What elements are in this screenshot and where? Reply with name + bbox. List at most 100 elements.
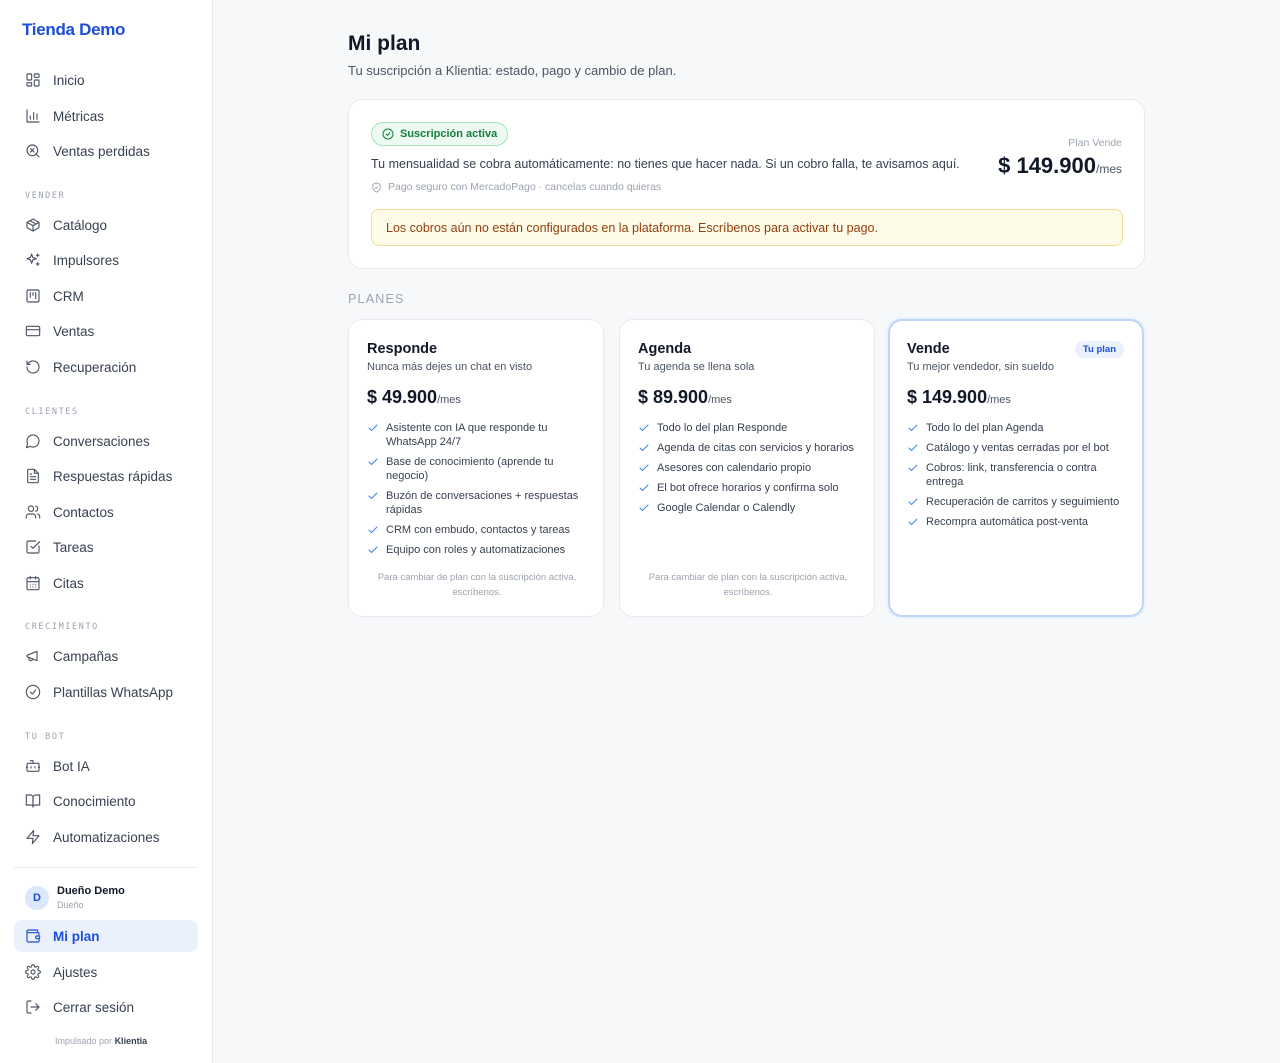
feature-item: Agenda de citas con servicios y horarios [638,441,860,455]
plan-name: Responde [367,341,438,357]
subscription-description: Tu mensualidad se cobra automáticamente:… [371,157,960,171]
zap-icon [25,829,41,845]
check-square-icon [25,539,41,555]
sidebar-item-impulsores[interactable]: Impulsores [14,244,198,276]
feature-text: Google Calendar o Calendly [657,502,796,514]
plan-tagline: Tu mejor vendedor, sin sueldo [907,361,1054,373]
sidebar-item-ajustes[interactable]: Ajustes [14,956,198,988]
sidebar-item-ventas-perdidas[interactable]: Ventas perdidas [14,135,198,167]
sidebar-item-campanas[interactable]: Campañas [14,640,198,672]
feature-item: Equipo con roles y automatizaciones [367,543,589,557]
feature-item: Buzón de conversaciones + respuestas ráp… [367,489,589,517]
check-circle-icon [382,128,394,140]
feature-text: Base de conocimiento (aprende tu negocio… [386,456,554,482]
feature-list: Asistente con IA que responde tu WhatsAp… [367,421,589,563]
plan-price: $ 49.900 /mes [367,387,461,408]
sidebar-divider [14,867,198,868]
section-label-crecimiento: CRECIMIENTO [25,622,99,632]
current-plan-price: $ 149.900 /mes [998,153,1122,179]
sidebar-item-crm[interactable]: CRM [14,280,198,312]
sidebar-item-label: Citas [53,575,84,591]
feature-item: Todo lo del plan Agenda [907,421,1129,435]
sidebar-item-tareas[interactable]: Tareas [14,531,198,563]
user-name: Dueño Demo [57,885,125,897]
check-icon [907,442,919,454]
sidebar-item-catalogo[interactable]: Catálogo [14,209,198,241]
sidebar-item-respuestas-rapidas[interactable]: Respuestas rápidas [14,460,198,492]
box-icon [25,217,41,233]
check-icon [367,422,379,434]
status-badge: Suscripción activa [371,122,509,146]
feature-text: Buzón de conversaciones + respuestas ráp… [386,490,579,516]
dashboard-icon [25,72,41,88]
sidebar-item-bot-ia[interactable]: Bot IA [14,750,198,782]
section-label-tu-bot: TU BOT [25,732,66,742]
section-label-clientes: CLIENTES [25,407,79,417]
file-text-icon [25,468,41,484]
sidebar-item-automatizaciones[interactable]: Automatizaciones [14,821,198,853]
check-icon [367,456,379,468]
user-role: Dueño [57,900,84,910]
sidebar-item-mi-plan[interactable]: Mi plan [14,920,198,952]
sidebar-item-label: Tareas [53,539,94,555]
sidebar-item-cerrar-sesion[interactable]: Cerrar sesión [14,991,198,1023]
feature-text: Recompra automática post-venta [926,516,1089,528]
status-badge-label: Suscripción activa [400,128,498,140]
sidebar-item-label: Ajustes [53,964,98,980]
sidebar-item-label: Ventas [53,323,95,339]
sidebar-item-plantillas-whatsapp[interactable]: Plantillas WhatsApp [14,676,198,708]
feature-item: CRM con embudo, contactos y tareas [367,523,589,537]
calendar-icon [25,575,41,591]
feature-item: Asistente con IA que responde tu WhatsAp… [367,421,589,449]
sidebar-item-conversaciones[interactable]: Conversaciones [14,425,198,457]
sidebar-item-recuperacion[interactable]: Recuperación [14,351,198,383]
check-icon [907,462,919,474]
sidebar-item-label: CRM [53,288,84,304]
sidebar-item-citas[interactable]: Citas [14,567,198,599]
sidebar-item-ventas[interactable]: Ventas [14,315,198,347]
sidebar-item-label: Inicio [53,72,85,88]
plan-tagline: Tu agenda se llena sola [638,361,755,373]
feature-text: Asesores con calendario propio [657,462,812,474]
feature-item: Cobros: link, transferencia o contra ent… [907,461,1129,489]
plan-change-note: Para cambiar de plan con la suscripción … [377,572,577,598]
powered-by-prefix: Impulsado por [55,1036,113,1046]
sidebar-item-conocimiento[interactable]: Conocimiento [14,785,198,817]
credit-card-icon [25,323,41,339]
check-icon [367,524,379,536]
search-x-icon [25,143,41,159]
sidebar-item-label: Catálogo [53,217,108,233]
check-icon [367,544,379,556]
payment-warning: Los cobros aún no están configurados en … [371,209,1123,246]
sidebar-item-label: Recuperación [53,359,137,375]
plan-price: $ 89.900 /mes [638,387,732,408]
plan-name: Agenda [638,341,692,357]
wallet-icon [25,928,41,944]
feature-text: Recuperación de carritos y seguimiento [926,496,1120,508]
price-period: /mes [987,394,1011,406]
check-icon [638,482,650,494]
plan-tagline: Nunca más dejes un chat en visto [367,361,533,373]
page-subtitle: Tu suscripción a Klientia: estado, pago … [348,63,677,78]
users-icon [25,504,41,520]
avatar[interactable]: D [25,886,49,910]
price-amount: $ 149.900 [907,387,988,407]
plans-heading: PLANES [348,292,405,306]
check-icon [907,496,919,508]
sidebar-item-inicio[interactable]: Inicio [14,64,198,96]
chat-bubble-icon [25,433,41,449]
sidebar-item-metricas[interactable]: Métricas [14,100,198,132]
plan-price: $ 149.900 /mes [907,387,1011,408]
sidebar-item-contactos[interactable]: Contactos [14,496,198,528]
price-period: /mes [437,394,461,406]
plan-card-agenda: Agenda Tu agenda se llena sola $ 89.900 … [619,319,875,617]
brand-name[interactable]: Tienda Demo [22,20,125,40]
secure-payment-text: Pago seguro con MercadoPago · cancelas c… [388,181,662,193]
feature-text: Todo lo del plan Agenda [926,422,1044,434]
bar-chart-icon [25,108,41,124]
book-open-icon [25,793,41,809]
feature-text: Agenda de citas con servicios y horarios [657,442,854,454]
page-title: Mi plan [348,32,421,55]
feature-list: Todo lo del plan Agenda Catálogo y venta… [907,421,1129,535]
sidebar-item-label: Cerrar sesión [53,999,135,1015]
